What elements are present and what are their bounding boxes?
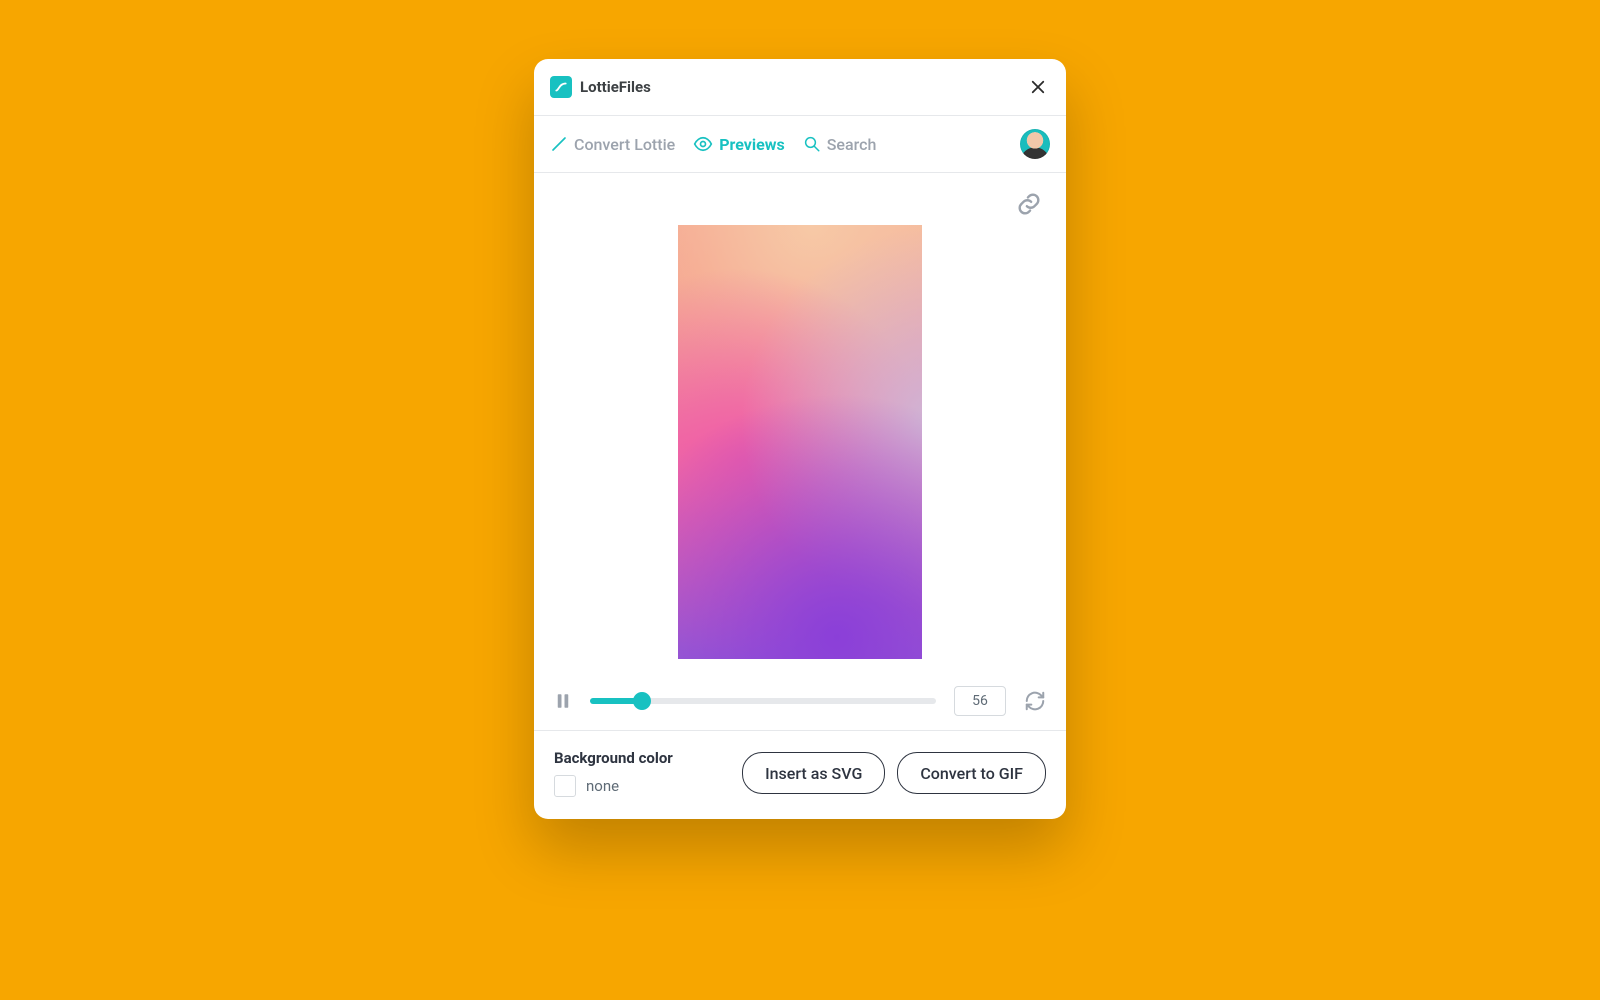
button-label: Convert to GIF (920, 764, 1023, 783)
background-color-picker: Background color none (554, 749, 673, 797)
tab-search[interactable]: Search (803, 135, 877, 154)
lottiefiles-logo-icon (550, 76, 572, 98)
close-icon (1029, 78, 1047, 96)
wand-icon (550, 135, 568, 153)
loop-button[interactable] (1024, 690, 1046, 712)
user-avatar[interactable] (1020, 129, 1050, 159)
panel-header: LottieFiles (534, 59, 1066, 116)
background-color-swatch[interactable] (554, 775, 576, 797)
panel-footer: Background color none Insert as SVG Conv… (534, 730, 1066, 819)
pause-icon (554, 692, 572, 710)
frame-readout[interactable]: 56 (954, 686, 1006, 716)
tab-previews[interactable]: Previews (693, 134, 785, 154)
loop-icon (1024, 690, 1046, 712)
timeline-slider[interactable] (590, 694, 936, 708)
tab-label: Convert Lottie (574, 135, 675, 154)
app-title: LottieFiles (580, 78, 651, 96)
eye-icon (693, 134, 713, 154)
background-color-label: Background color (554, 749, 673, 767)
background-color-value: none (586, 777, 619, 795)
tab-label: Previews (719, 135, 785, 154)
player-controls: 56 (534, 672, 1066, 730)
slider-thumb[interactable] (633, 692, 651, 710)
tab-label: Search (827, 135, 877, 154)
insert-svg-button[interactable]: Insert as SVG (742, 752, 885, 794)
animation-preview (678, 225, 922, 659)
footer-actions: Insert as SVG Convert to GIF (742, 752, 1046, 794)
link-icon (1016, 191, 1042, 217)
button-label: Insert as SVG (765, 764, 862, 783)
search-icon (803, 135, 821, 153)
frame-number: 56 (972, 693, 988, 709)
tab-convert-lottie[interactable]: Convert Lottie (550, 135, 675, 154)
pause-button[interactable] (554, 692, 572, 710)
convert-gif-button[interactable]: Convert to GIF (897, 752, 1046, 794)
tab-bar: Convert Lottie Previews (534, 116, 1066, 173)
share-link-button[interactable] (1016, 191, 1042, 217)
lottiefiles-panel: LottieFiles Convert Lottie (534, 59, 1066, 819)
close-button[interactable] (1026, 75, 1050, 99)
preview-area (534, 173, 1066, 678)
